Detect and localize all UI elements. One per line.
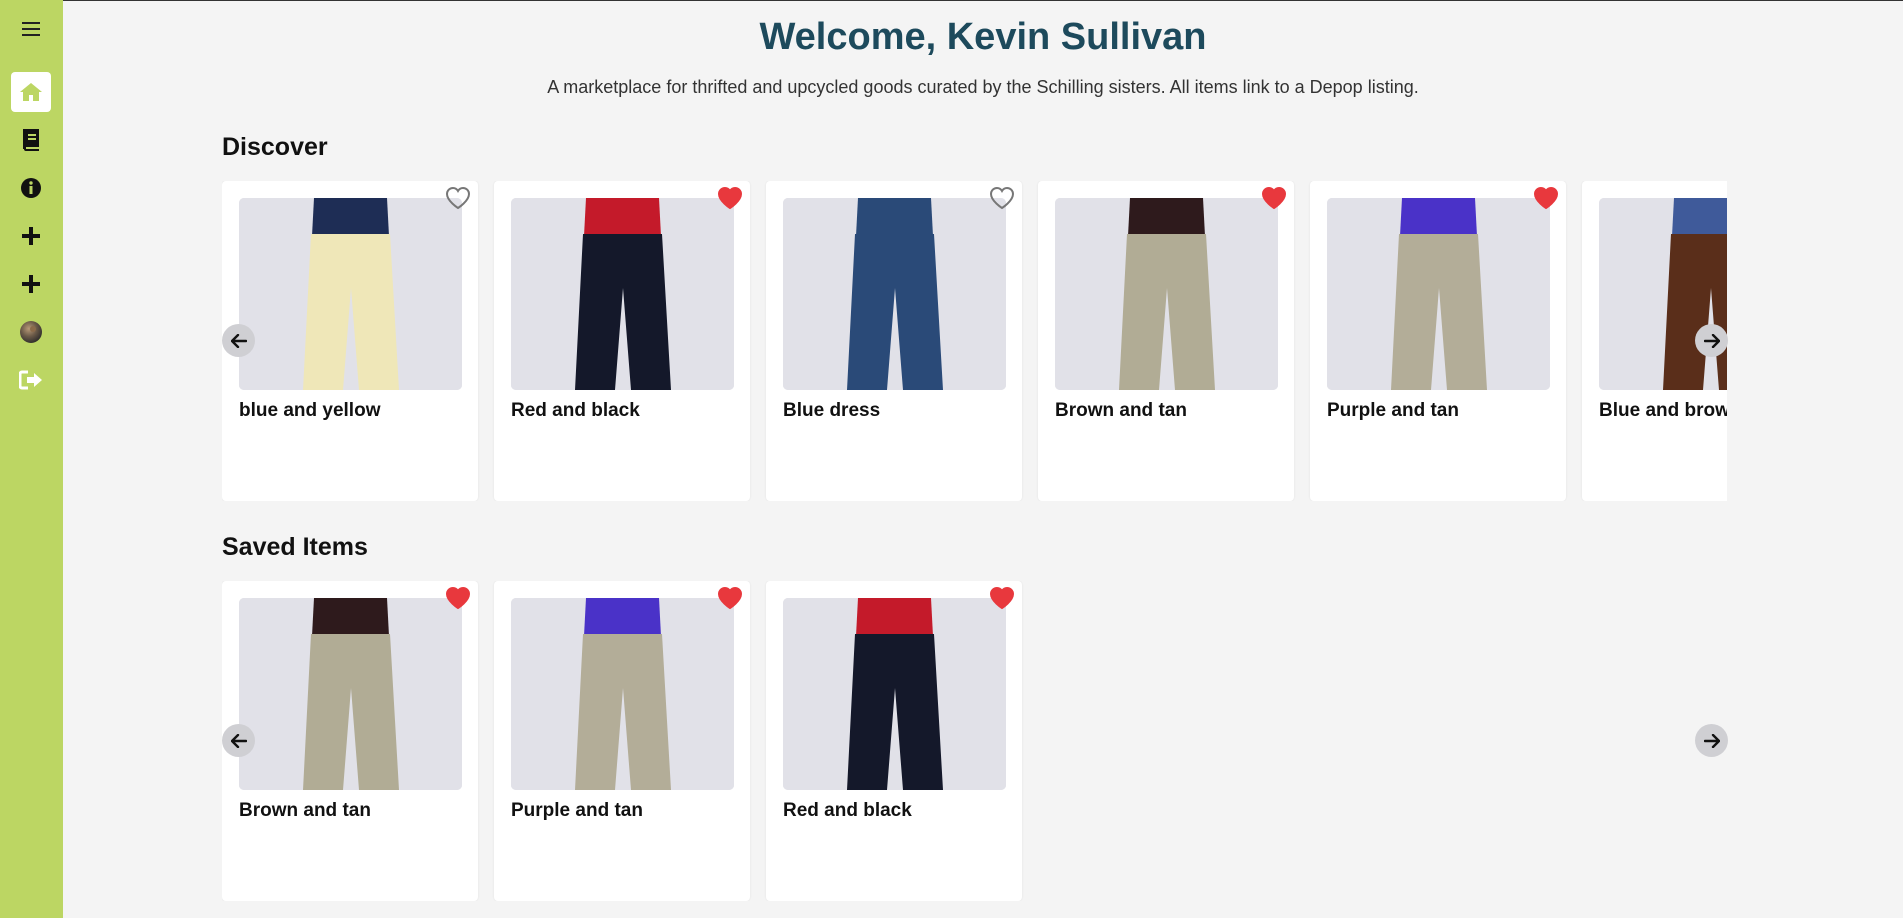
product-title: Red and black — [511, 400, 640, 421]
page-tagline: A marketplace for thrifted and upcycled … — [547, 77, 1419, 97]
saved-heading: Saved Items — [222, 533, 368, 561]
discover-card[interactable]: Purple and tan — [1310, 181, 1566, 501]
product-title: Blue and brown — [1599, 400, 1727, 421]
arrow-right-icon — [1703, 333, 1720, 348]
heart-filled-icon[interactable] — [717, 186, 743, 210]
discover-card[interactable]: Blue dress — [766, 181, 1022, 501]
heart-filled-icon[interactable] — [989, 586, 1015, 610]
product-image[interactable] — [783, 198, 1006, 390]
arrow-right-icon — [1703, 733, 1720, 748]
discover-next-button[interactable] — [1695, 324, 1728, 357]
add-icon[interactable] — [11, 264, 51, 304]
add-icon[interactable] — [11, 216, 51, 256]
avatar[interactable] — [11, 312, 51, 352]
menu-icon[interactable] — [11, 9, 51, 49]
saved-card[interactable]: Purple and tan — [494, 581, 750, 901]
product-image[interactable] — [1327, 198, 1550, 390]
page-title: Welcome, Kevin Sullivan — [759, 16, 1207, 58]
arrow-left-icon — [230, 333, 247, 348]
discover-card[interactable]: blue and yellow — [222, 181, 478, 501]
discover-prev-button[interactable] — [222, 324, 255, 357]
product-image[interactable] — [511, 198, 734, 390]
info-icon[interactable] — [11, 168, 51, 208]
product-title: Red and black — [783, 800, 912, 821]
product-title: Brown and tan — [239, 800, 371, 821]
product-image[interactable] — [1599, 198, 1727, 390]
home-icon[interactable] — [11, 72, 51, 112]
product-image[interactable] — [1055, 198, 1278, 390]
product-image[interactable] — [239, 198, 462, 390]
top-border — [0, 0, 1903, 1]
product-image[interactable] — [783, 598, 1006, 790]
saved-next-button[interactable] — [1695, 724, 1728, 757]
saved-card[interactable]: Red and black — [766, 581, 1022, 901]
heart-outline-icon[interactable] — [989, 186, 1015, 210]
discover-carousel: blue and yellow Red and black Blue dress Br… — [222, 181, 1727, 501]
sidebar — [0, 0, 63, 918]
saved-prev-button[interactable] — [222, 724, 255, 757]
product-image[interactable] — [239, 598, 462, 790]
discover-card[interactable]: Brown and tan — [1038, 181, 1294, 501]
discover-heading: Discover — [222, 133, 328, 161]
logout-icon[interactable] — [11, 360, 51, 400]
heart-filled-icon[interactable] — [1261, 186, 1287, 210]
heart-filled-icon[interactable] — [1533, 186, 1559, 210]
product-image[interactable] — [511, 598, 734, 790]
product-title: blue and yellow — [239, 400, 381, 421]
heart-filled-icon[interactable] — [717, 586, 743, 610]
heart-outline-icon[interactable] — [445, 186, 471, 210]
discover-card[interactable]: Red and black — [494, 181, 750, 501]
product-title: Blue dress — [783, 400, 881, 421]
saved-carousel: Brown and tan Purple and tan Red and black — [222, 581, 1727, 901]
product-title: Purple and tan — [1327, 400, 1459, 421]
product-title: Purple and tan — [511, 800, 643, 821]
arrow-left-icon — [230, 733, 247, 748]
book-icon[interactable] — [11, 120, 51, 160]
product-title: Brown and tan — [1055, 400, 1187, 421]
saved-card[interactable]: Brown and tan — [222, 581, 478, 901]
heart-filled-icon[interactable] — [445, 586, 471, 610]
